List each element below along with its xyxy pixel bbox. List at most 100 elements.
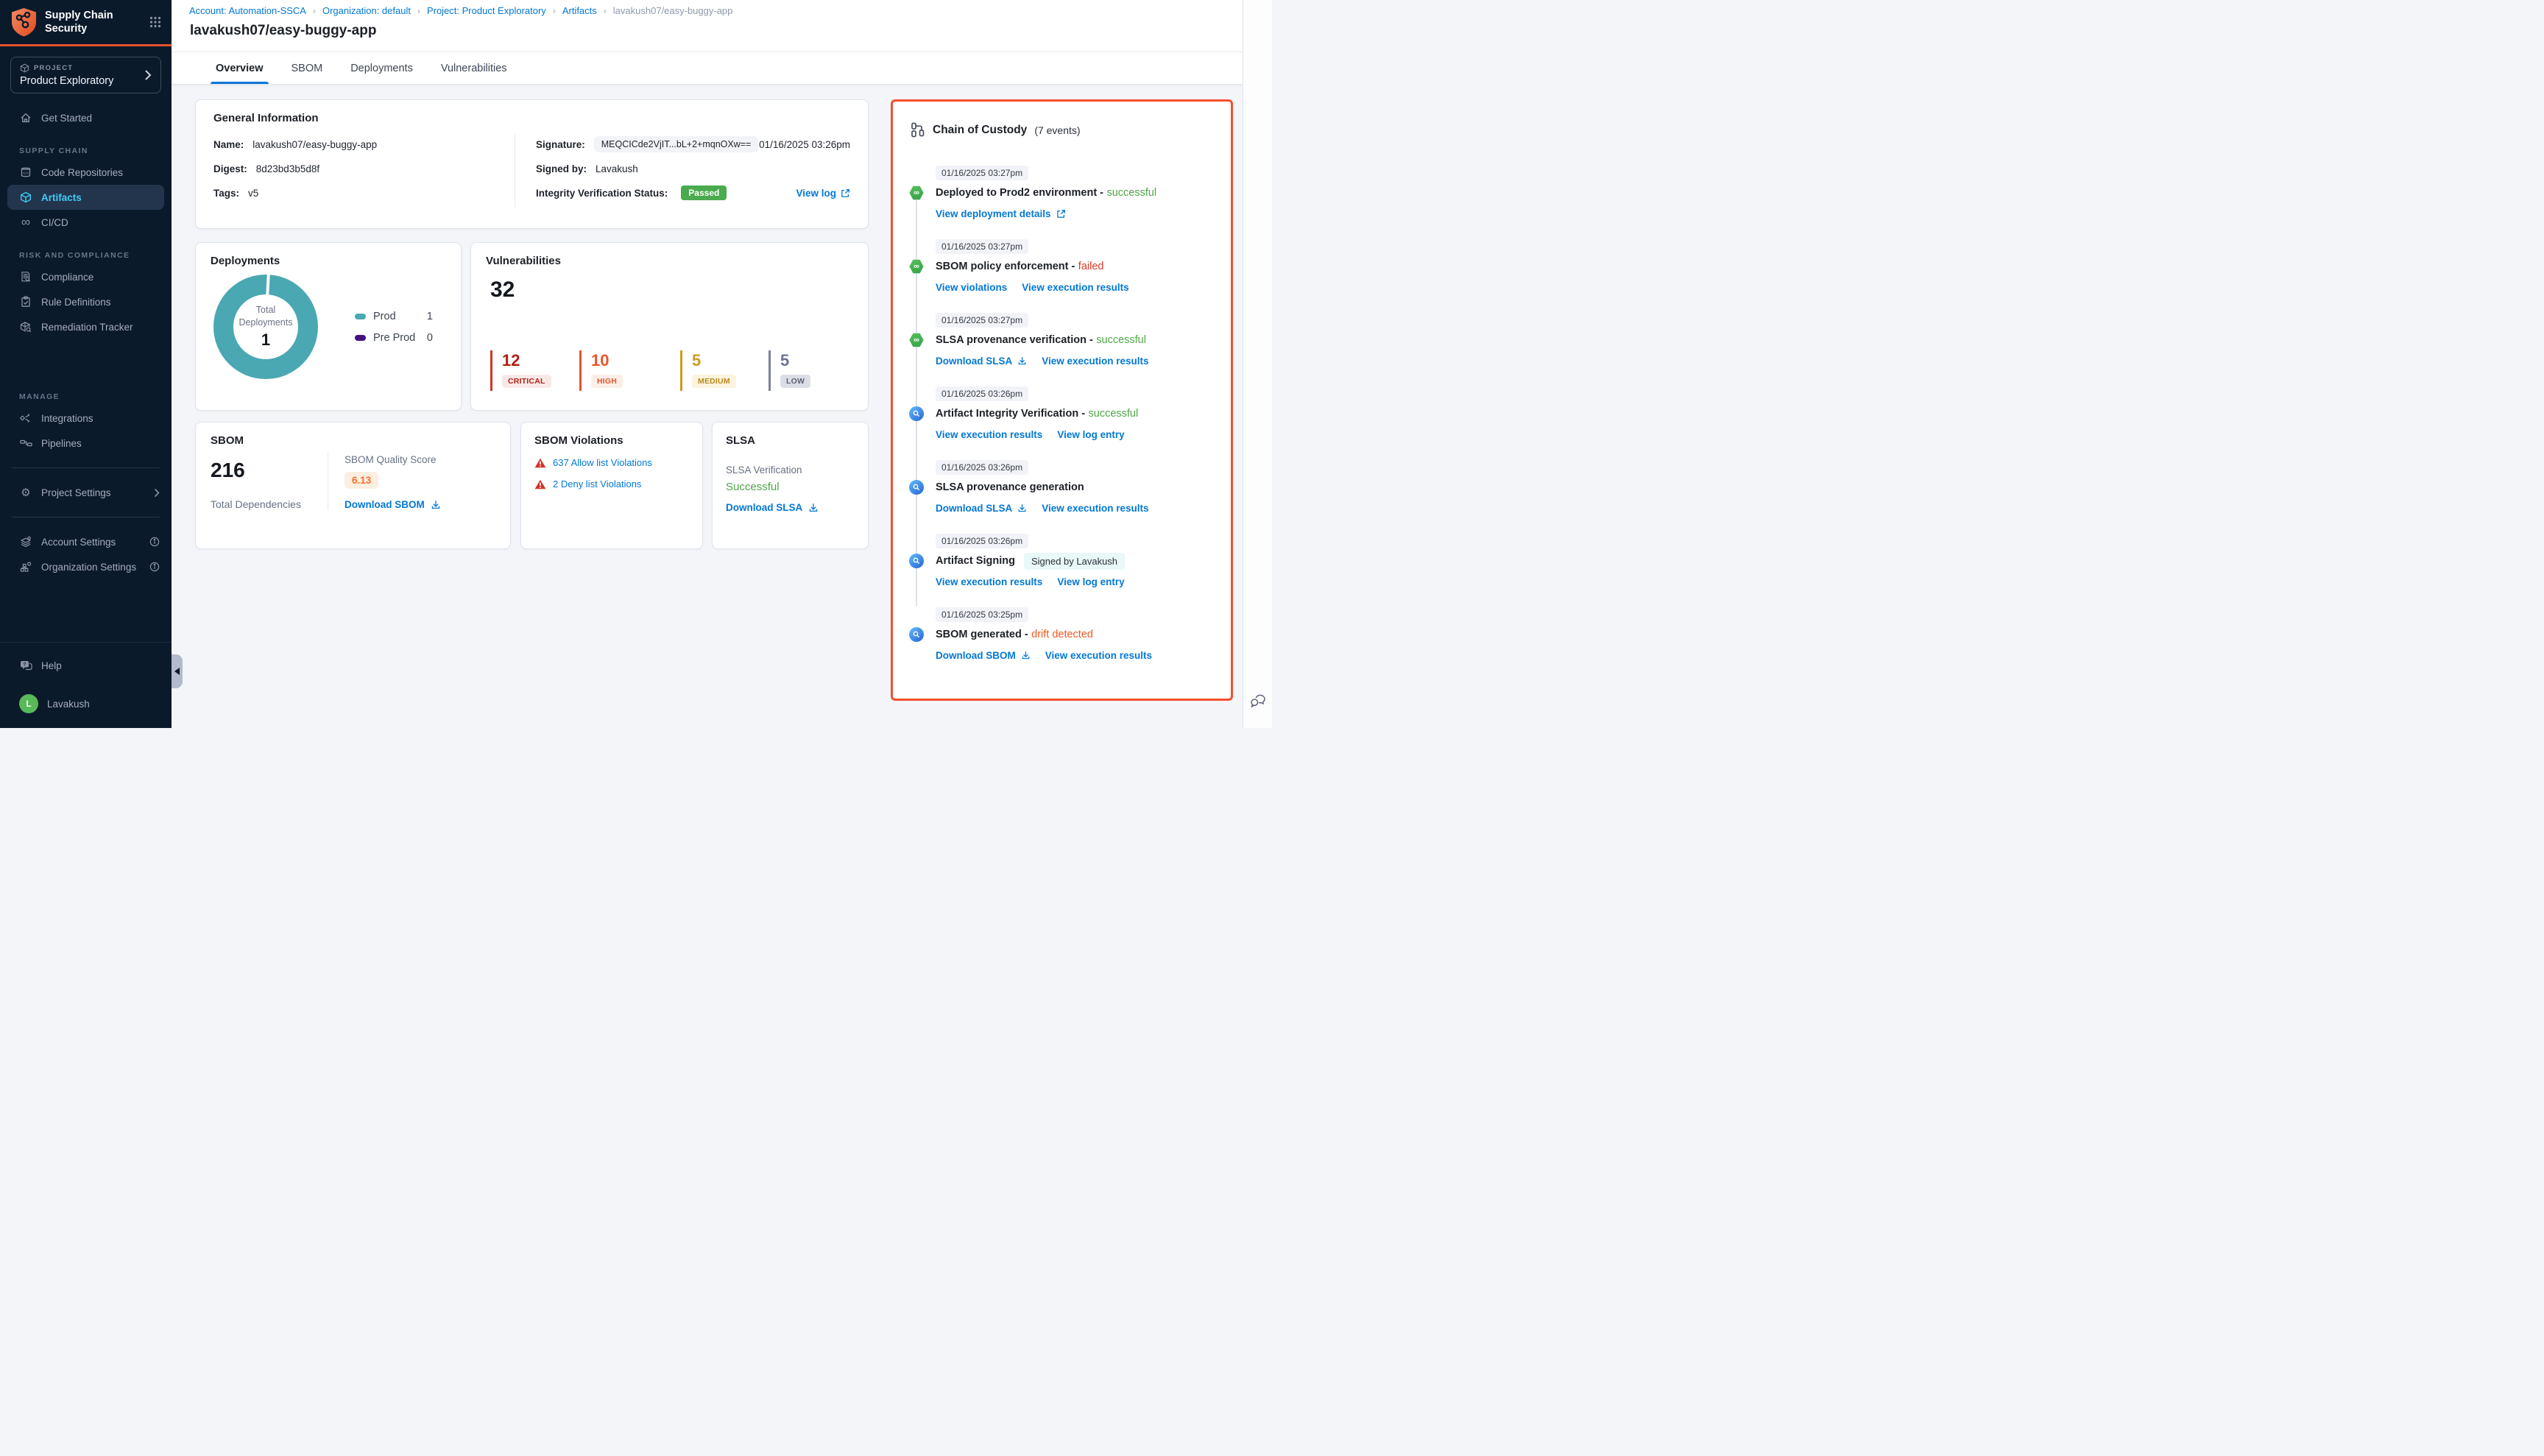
external-link-icon <box>1056 209 1066 219</box>
main-area: Account: Automation-SSCA › Organization: … <box>172 0 1243 728</box>
event-timestamp: 01/16/2025 03:27pm <box>936 239 1028 254</box>
download-sbom-link[interactable]: Download SBOM <box>936 650 1031 661</box>
view-log-entry-link[interactable]: View log entry <box>1057 576 1124 587</box>
tags-value: v5 <box>248 188 258 199</box>
severity-low: 5 LOW <box>768 350 810 391</box>
view-execution-results-link[interactable]: View execution results <box>1045 650 1152 661</box>
event-artifact-signing: 01/16/2025 03:26pm Artifact Signing Sign… <box>909 534 1215 589</box>
events-count: (7 events) <box>1034 124 1080 136</box>
app-header: Supply ChainSecurity <box>0 0 172 44</box>
view-execution-results-link[interactable]: View execution results <box>1042 503 1148 514</box>
download-icon <box>1021 651 1031 660</box>
card-title: Deployments <box>211 255 446 267</box>
sbom-total-dependencies: 216 <box>211 459 328 482</box>
event-deployed-prod2: 01/16/2025 03:27pm ∞ Deployed to Prod2 e… <box>909 166 1215 221</box>
view-execution-results-link[interactable]: View execution results <box>936 576 1042 587</box>
sidebar-item-pipelines[interactable]: Pipelines <box>0 431 172 456</box>
event-title: Artifact Signing <box>936 555 1015 567</box>
sidebar-item-remediation-tracker[interactable]: Remediation Tracker <box>0 314 172 339</box>
info-icon <box>149 537 160 547</box>
sidebar-footer: ? Help L Lavakush <box>0 642 172 728</box>
severity-badge: MEDIUM <box>692 375 736 388</box>
tab-deployments[interactable]: Deployments <box>348 52 415 84</box>
chain-of-custody-title: Chain of Custody <box>933 124 1027 137</box>
pre-prod-swatch <box>355 335 366 341</box>
tab-sbom[interactable]: SBOM <box>289 52 325 84</box>
download-slsa-link[interactable]: Download SLSA <box>936 356 1027 367</box>
cube-icon <box>20 63 29 73</box>
severity-count: 5 <box>692 352 768 370</box>
event-status: successful <box>1106 187 1156 199</box>
event-title: Artifact Integrity Verification - <box>936 408 1085 420</box>
sidebar-item-label: Help <box>41 660 62 671</box>
warning-triangle-icon <box>534 479 546 490</box>
page-header: Account: Automation-SSCA › Organization: … <box>172 0 1243 52</box>
sidebar-item-project-settings[interactable]: ⚙ Project Settings <box>0 480 172 505</box>
scan-step-icon <box>909 554 924 568</box>
view-deployment-details-link[interactable]: View deployment details <box>936 208 1066 219</box>
sidebar-item-help[interactable]: ? Help <box>0 654 172 676</box>
app-switcher-grid-icon[interactable] <box>149 16 161 28</box>
deployments-legend: Prod 1 Pre Prod 0 <box>355 301 433 353</box>
sidebar-item-account-settings[interactable]: Account Settings <box>0 529 172 554</box>
view-execution-results-link[interactable]: View execution results <box>1022 282 1128 293</box>
breadcrumb-project[interactable]: Project: Product Exploratory <box>427 5 546 16</box>
breadcrumb-separator: › <box>604 6 607 16</box>
svg-text:?: ? <box>23 662 26 667</box>
event-slsa-provenance-verification: 01/16/2025 03:27pm ∞ SLSA provenance ver… <box>909 313 1215 368</box>
sidebar-item-integrations[interactable]: Integrations <box>0 406 172 431</box>
signature-timestamp: 01/16/2025 03:26pm <box>759 139 850 150</box>
sidebar-divider <box>12 467 160 468</box>
gear-icon: ⚙ <box>19 486 32 499</box>
view-log-entry-link[interactable]: View log entry <box>1057 429 1124 440</box>
signature-value[interactable]: MEQCICde2VjIT...bL+2+mqnOXw== <box>594 136 759 152</box>
signed-by-value: Lavakush <box>596 163 638 174</box>
deny-list-violations-row: 2 Deny list Violations <box>534 478 689 490</box>
tab-vulnerabilities[interactable]: Vulnerabilities <box>439 52 509 84</box>
sidebar-item-label: Account Settings <box>41 537 116 548</box>
chat-feedback-icon[interactable] <box>1250 693 1266 709</box>
tab-overview[interactable]: Overview <box>213 52 266 84</box>
view-execution-results-link[interactable]: View execution results <box>1042 356 1148 367</box>
event-timestamp: 01/16/2025 03:27pm <box>936 166 1028 180</box>
vulnerabilities-total: 32 <box>490 278 853 303</box>
breadcrumb-artifacts[interactable]: Artifacts <box>562 5 597 16</box>
help-chat-icon: ? <box>19 660 32 671</box>
download-sbom-link[interactable]: Download SBOM <box>344 499 441 510</box>
deny-list-violations-link[interactable]: 2 Deny list Violations <box>553 478 641 490</box>
sidebar-item-code-repositories[interactable]: </> Code Repositories <box>0 160 172 185</box>
sidebar-item-organization-settings[interactable]: Organization Settings <box>0 554 172 579</box>
download-sbom-label: Download SBOM <box>344 499 425 510</box>
download-icon <box>1017 503 1027 513</box>
sidebar-item-rule-definitions[interactable]: Rule Definitions <box>0 289 172 314</box>
allow-list-violations-row: 637 Allow list Violations <box>534 457 689 468</box>
severity-count: 10 <box>591 352 680 370</box>
event-timestamp: 01/16/2025 03:26pm <box>936 386 1028 401</box>
sidebar-collapse-handle[interactable] <box>172 654 183 688</box>
view-violations-link[interactable]: View violations <box>936 282 1007 293</box>
breadcrumb-organization[interactable]: Organization: default <box>322 5 411 16</box>
deployments-donut-chart: Total Deployments 1 <box>213 275 318 379</box>
artifact-name-value: lavakush07/easy-buggy-app <box>252 139 377 150</box>
sidebar-item-get-started[interactable]: Get Started <box>0 105 172 130</box>
allow-list-violations-link[interactable]: 637 Allow list Violations <box>553 457 652 468</box>
sidebar-item-compliance[interactable]: Compliance <box>0 264 172 289</box>
user-menu[interactable]: L Lavakush <box>0 693 172 715</box>
home-icon <box>19 112 32 124</box>
event-title: SBOM policy enforcement - <box>936 261 1075 272</box>
event-status: failed <box>1078 261 1104 272</box>
breadcrumb-account[interactable]: Account: Automation-SSCA <box>189 5 306 16</box>
sidebar-section-manage: MANAGE <box>0 392 172 401</box>
view-execution-results-link[interactable]: View execution results <box>936 429 1042 440</box>
download-slsa-link[interactable]: Download SLSA <box>936 503 1027 514</box>
legend-item-pre-prod: Pre Prod 0 <box>355 332 433 344</box>
view-log-link[interactable]: View log <box>796 188 850 199</box>
sidebar-item-cicd[interactable]: ∞ CI/CD <box>0 210 172 235</box>
signature-label: Signature: <box>536 139 585 150</box>
project-selector[interactable]: PROJECT Product Exploratory <box>10 57 161 93</box>
sidebar-item-artifacts[interactable]: Artifacts <box>7 185 164 210</box>
event-title: SBOM generated - <box>936 629 1028 640</box>
download-slsa-label: Download SLSA <box>726 502 802 513</box>
download-slsa-link[interactable]: Download SLSA <box>726 502 855 513</box>
digest-label: Digest: <box>213 163 247 174</box>
